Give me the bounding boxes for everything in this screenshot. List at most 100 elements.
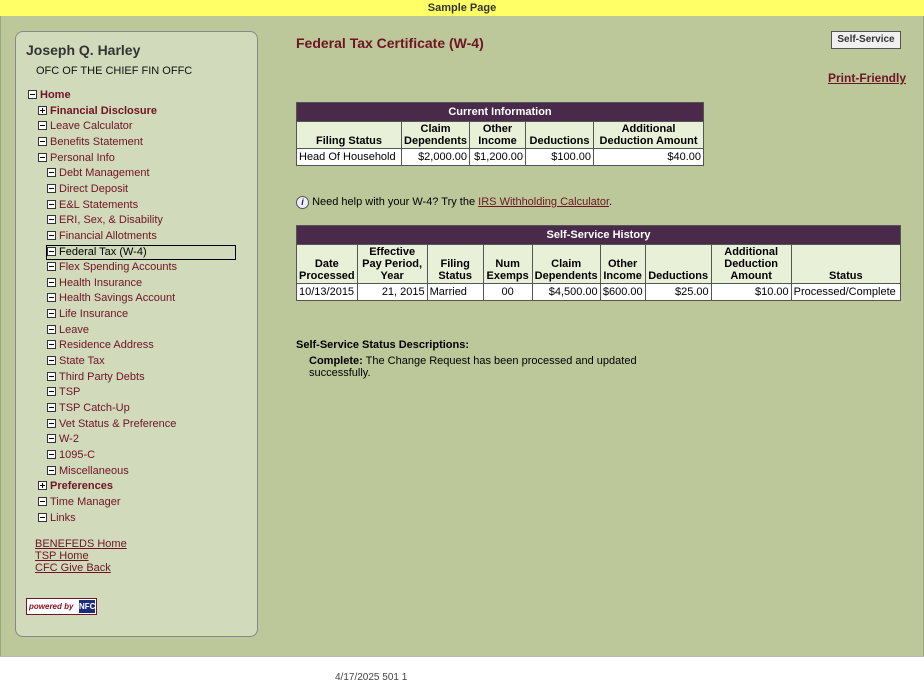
cell-filing-status: Head Of Household (296, 148, 402, 166)
footer-text: 4/17/2025 501 1 (335, 672, 408, 683)
collapse-icon[interactable] (47, 450, 56, 459)
user-org: OFC OF THE CHIEF FIN OFFC (36, 65, 193, 77)
current-info-table: Current Information Filing Status Claim … (296, 102, 704, 166)
sidebar-item-label: TSP Catch-Up (59, 402, 130, 414)
sidebar-item-flex-spending-accounts[interactable]: Flex Spending Accounts (47, 261, 177, 274)
col-filing-status: Filing Status (426, 244, 484, 284)
sidebar-item-leave-calculator[interactable]: Leave Calculator (38, 120, 133, 133)
sidebar-item-label: Health Savings Account (59, 292, 176, 304)
cell-num-exemps: 00 (482, 283, 533, 301)
sidebar-item-debt-management[interactable]: Debt Management (47, 167, 150, 180)
cell-claim-dependents: $2,000.00 (401, 148, 470, 166)
collapse-icon[interactable] (47, 419, 56, 428)
sidebar-item-label: Vet Status & Preference (59, 418, 177, 430)
collapse-icon[interactable] (38, 153, 47, 162)
sidebar-item-benefits-statement[interactable]: Benefits Statement (38, 136, 143, 149)
collapse-icon[interactable] (47, 309, 56, 318)
sidebar-item-w-2[interactable]: W-2 (47, 433, 79, 446)
collapse-icon[interactable] (28, 90, 37, 99)
sidebar-item-label: Personal Info (50, 152, 115, 164)
sidebar-item-label: Miscellaneous (59, 465, 129, 477)
cell-filing-status: Married (426, 283, 484, 301)
sidebar-item-label: Third Party Debts (59, 371, 145, 383)
collapse-icon[interactable] (47, 215, 56, 224)
sidebar-item-tsp-catch-up[interactable]: TSP Catch-Up (47, 402, 130, 415)
sidebar-item-third-party-debts[interactable]: Third Party Debts (47, 371, 145, 384)
sidebar-item-residence-address[interactable]: Residence Address (47, 339, 154, 352)
info-icon: i (296, 196, 309, 209)
collapse-icon[interactable] (47, 325, 56, 334)
sidebar-item-direct-deposit[interactable]: Direct Deposit (47, 183, 128, 196)
sidebar-item-links[interactable]: Links (38, 512, 76, 525)
sidebar-item-miscellaneous[interactable]: Miscellaneous (47, 465, 129, 478)
collapse-icon[interactable] (47, 387, 56, 396)
history-caption: Self-Service History (296, 225, 901, 245)
collapse-icon[interactable] (47, 200, 56, 209)
sidebar-item-label: Leave Calculator (50, 120, 133, 132)
irs-withholding-calculator-link[interactable]: IRS Withholding Calculator (478, 196, 609, 208)
sidebar-item-personal-info[interactable]: Personal Info (38, 152, 115, 165)
cell-additional-deduction: $40.00 (593, 148, 704, 166)
sidebar-item-home[interactable]: Home (28, 89, 71, 102)
print-friendly-link[interactable]: Print-Friendly (828, 71, 906, 85)
collapse-icon[interactable] (47, 356, 56, 365)
collapse-icon[interactable] (47, 247, 56, 256)
powered-by-text: powered by (29, 602, 74, 611)
sidebar-item-financial-disclosure[interactable]: Financial Disclosure (38, 105, 157, 118)
col-effective-pay-period: Effective Pay Period, Year (356, 244, 428, 284)
sidebar-item-state-tax[interactable]: State Tax (47, 355, 105, 368)
collapse-icon[interactable] (47, 340, 56, 349)
help-line: i Need help with your W-4? Try the IRS W… (296, 196, 612, 209)
bottom-links: BENEFEDS Home TSP Home CFC Give Back (35, 538, 127, 574)
sidebar-item-vet-status-preference[interactable]: Vet Status & Preference (47, 418, 176, 431)
sidebar-item-label: Direct Deposit (59, 183, 129, 195)
sidebar-item-label: Home (40, 89, 71, 101)
sidebar-item-federal-tax-w-4[interactable]: Federal Tax (W-4) (46, 245, 236, 260)
collapse-icon[interactable] (38, 121, 47, 130)
collapse-icon[interactable] (47, 278, 56, 287)
collapse-icon[interactable] (47, 434, 56, 443)
collapse-icon[interactable] (38, 513, 47, 522)
col-claim-dependents: Claim Dependents (401, 121, 470, 149)
sidebar-item-preferences[interactable]: Preferences (38, 480, 113, 493)
top-banner: Sample Page (0, 0, 924, 16)
history-table: Self-Service History Date Processed Effe… (296, 225, 902, 301)
self-service-button[interactable]: Self-Service (831, 31, 901, 49)
collapse-icon[interactable] (47, 372, 56, 381)
collapse-icon[interactable] (47, 293, 56, 302)
collapse-icon[interactable] (38, 497, 47, 506)
nfc-logo-icon: NFC (79, 600, 96, 613)
col-filing-status: Filing Status (296, 121, 402, 149)
sidebar-item-e-l-statements[interactable]: E&L Statements (47, 199, 138, 212)
sidebar-item-label: Links (50, 512, 76, 524)
sidebar-item-financial-allotments[interactable]: Financial Allotments (47, 230, 157, 243)
sidebar-item-label: Benefits Statement (50, 136, 143, 148)
current-info-caption: Current Information (296, 102, 704, 122)
cfc-give-back-link[interactable]: CFC Give Back (35, 562, 127, 574)
collapse-icon[interactable] (47, 403, 56, 412)
sidebar-item-life-insurance[interactable]: Life Insurance (47, 308, 128, 321)
collapse-icon[interactable] (38, 137, 47, 146)
sidebar-item-health-savings-account[interactable]: Health Savings Account (47, 292, 175, 305)
sidebar-item-1095-c[interactable]: 1095-C (47, 449, 95, 462)
sidebar-item-label: TSP (59, 386, 81, 398)
benefeds-home-link[interactable]: BENEFEDS Home (35, 538, 127, 550)
top-banner-title: Sample Page (427, 2, 497, 14)
sidebar-item-tsp[interactable]: TSP (47, 386, 80, 399)
sidebar-item-time-manager[interactable]: Time Manager (38, 496, 121, 509)
collapse-icon[interactable] (47, 168, 56, 177)
collapse-icon[interactable] (47, 184, 56, 193)
expand-icon[interactable] (38, 106, 47, 115)
collapse-icon[interactable] (47, 262, 56, 271)
sidebar-item-label: State Tax (59, 355, 105, 367)
collapse-icon[interactable] (47, 466, 56, 475)
cell-effective-pay-period: 21, 2015 (356, 283, 428, 301)
powered-by-logo[interactable]: powered by NFC (26, 598, 97, 615)
tsp-home-link[interactable]: TSP Home (35, 550, 127, 562)
col-deductions: Deductions (644, 244, 712, 284)
expand-icon[interactable] (38, 481, 47, 490)
sidebar-item-health-insurance[interactable]: Health Insurance (47, 277, 142, 290)
collapse-icon[interactable] (47, 231, 56, 240)
sidebar-item-eri-sex-disability[interactable]: ERI, Sex, & Disability (47, 214, 163, 227)
sidebar-item-leave[interactable]: Leave (47, 324, 89, 337)
